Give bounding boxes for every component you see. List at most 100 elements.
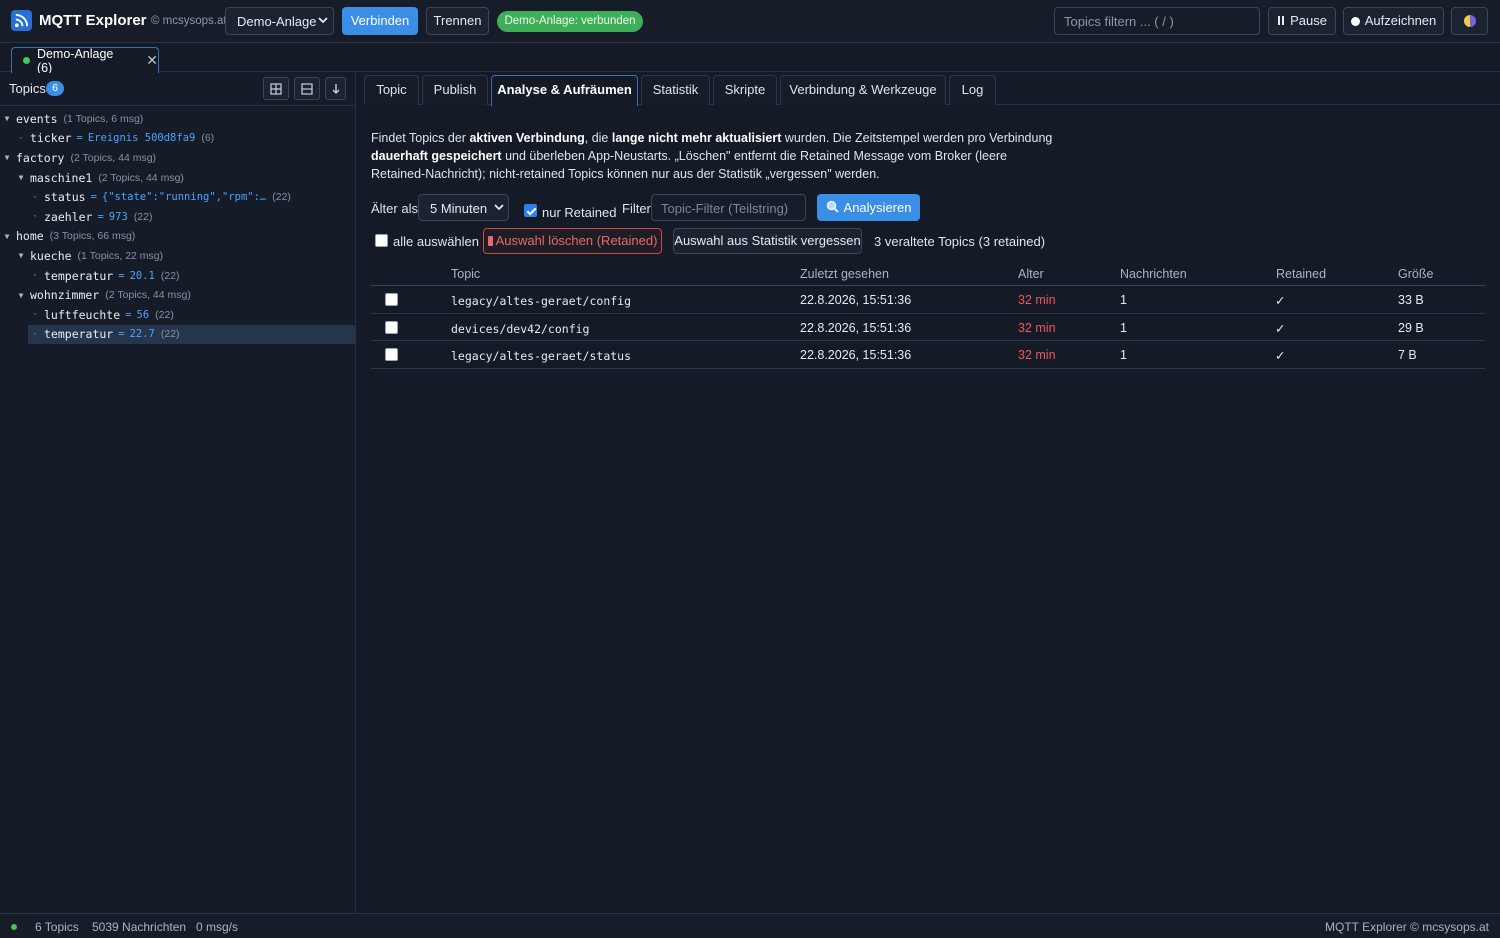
tree-node-kueche[interactable]: ▼ kueche (1 Topics, 22 msg) (0, 246, 355, 266)
tree-leaf-wohnzimmer-temperatur[interactable]: · temperatur = 22.7 (22) (28, 324, 355, 345)
table-row[interactable]: legacy/altes-geraet/status 22.8.2026, 15… (371, 341, 1485, 369)
retained-check-icon: ✓ (1275, 349, 1286, 363)
row-checkbox[interactable] (385, 348, 398, 361)
retained-check-icon: ✓ (1275, 294, 1286, 308)
tree-node-home[interactable]: ▼ home (3 Topics, 66 msg) (0, 227, 355, 247)
table-header: Topic Zuletzt gesehen Alter Nachrichten … (371, 262, 1485, 286)
scroll-down-button[interactable] (325, 77, 346, 100)
tab-skripte[interactable]: Skripte (713, 75, 777, 105)
analyse-label: Analysieren (843, 200, 912, 215)
tab-statistik[interactable]: Statistik (641, 75, 710, 105)
caret-down-icon[interactable]: ▼ (2, 114, 12, 123)
column-retained: Retained (1276, 267, 1327, 281)
topic-filter-input[interactable]: Topic-Filter (Teilstring) (651, 194, 806, 221)
caret-down-icon[interactable]: ▼ (16, 251, 26, 260)
select-all-label: alle auswählen (393, 234, 480, 249)
table-row[interactable]: legacy/altes-geraet/config 22.8.2026, 15… (371, 286, 1485, 314)
tree-node-events[interactable]: ▼ events (1 Topics, 6 msg) (0, 109, 355, 129)
record-label: Aufzeichnen (1364, 13, 1437, 28)
topics-filter-input[interactable]: Topics filtern ... ( / ) (1054, 7, 1260, 35)
tree-leaf-kueche-temperatur[interactable]: · temperatur = 20.1 (22) (0, 266, 355, 286)
theme-toggle-button[interactable] (1451, 7, 1488, 35)
connect-button[interactable]: Verbinden (342, 7, 418, 35)
stale-topics-table: Topic Zuletzt gesehen Alter Nachrichten … (371, 262, 1485, 369)
column-messages: Nachrichten (1120, 267, 1187, 281)
tree-node-wohnzimmer[interactable]: ▼ wohnzimmer (2 Topics, 44 msg) (0, 285, 355, 305)
main-tabs: Topic Publish Analyse & Aufräumen Statis… (364, 73, 1500, 106)
connection-tab-label: Demo-Anlage (6) (36, 46, 114, 75)
table-row[interactable]: devices/dev42/config 22.8.2026, 15:51:36… (371, 314, 1485, 341)
only-retained-checkbox[interactable] (524, 204, 537, 217)
row-checkbox[interactable] (385, 293, 398, 306)
topics-count-badge: 6 (46, 81, 64, 96)
collapse-all-button[interactable] (294, 77, 320, 100)
expand-all-button[interactable] (263, 77, 289, 100)
leaf-dot-icon: · (31, 211, 39, 223)
status-copyright: MQTT Explorer © mcsysops.at (1325, 920, 1489, 934)
forget-selection-button[interactable]: Auswahl aus Statistik vergessen (673, 228, 862, 254)
tab-verbindung-werkzeuge[interactable]: Verbindung & Werkzeuge (780, 75, 946, 105)
app-logo-icon (11, 10, 32, 31)
copyright: © mcsysops.at (151, 15, 227, 27)
sidebar-header: Topics 6 (0, 73, 356, 106)
caret-down-icon[interactable]: ▼ (16, 173, 26, 182)
stale-topics-summary: 3 veraltete Topics (3 retained) (874, 234, 1046, 249)
caret-down-icon[interactable]: ▼ (2, 153, 12, 162)
online-dot-icon (11, 924, 17, 930)
column-last-seen: Zuletzt gesehen (800, 267, 889, 281)
collapse-all-icon (301, 82, 313, 95)
delete-selection-button[interactable]: Auswahl löschen (Retained) (483, 228, 662, 254)
tab-analyse[interactable]: Analyse & Aufräumen (491, 75, 638, 106)
connection-select[interactable]: Demo-Anlage (225, 7, 334, 35)
leaf-dot-icon: · (31, 309, 39, 321)
status-messages: 5039 Nachrichten (92, 920, 187, 934)
pause-label: Pause (1290, 13, 1327, 28)
tab-topic[interactable]: Topic (364, 75, 419, 105)
analysis-description: Findet Topics der aktiven Verbindung, di… (371, 131, 1053, 181)
column-age: Alter (1018, 267, 1044, 281)
only-retained-label: nur Retained (542, 205, 617, 220)
tab-publish[interactable]: Publish (422, 75, 488, 105)
top-bar: MQTT Explorer © mcsysops.at Demo-Anlage … (0, 0, 1500, 43)
column-size: Größe (1398, 267, 1434, 281)
leaf-dot-icon: · (31, 191, 39, 203)
leaf-dot-icon: · (17, 132, 25, 144)
search-icon (826, 200, 839, 216)
tree-node-factory[interactable]: ▼ factory (2 Topics, 44 msg) (0, 148, 355, 168)
theme-icon (1463, 15, 1476, 27)
tree-node-maschine1[interactable]: ▼ maschine1 (2 Topics, 44 msg) (0, 168, 355, 188)
caret-down-icon[interactable]: ▼ (16, 291, 26, 300)
chevron-down-icon (493, 201, 505, 216)
chevron-down-icon (317, 14, 329, 29)
connection-tabs: Demo-Anlage (6) ✕ (0, 43, 1500, 75)
pause-icon (1277, 8, 1285, 34)
expand-all-icon (270, 82, 282, 95)
tree-leaf-status[interactable]: · status = {"state":"running","rpm":… (2… (0, 187, 355, 207)
tree-leaf-luftfeuchte[interactable]: · luftfeuchte = 56 (22) (0, 305, 355, 325)
connection-tab-demo[interactable]: Demo-Anlage (6) ✕ (11, 46, 159, 75)
caret-down-icon[interactable]: ▼ (2, 232, 12, 241)
status-bar: 6 Topics 5039 Nachrichten 0 msg/s MQTT E… (0, 913, 1500, 938)
connection-status-badge: Demo-Anlage: verbunden (497, 11, 643, 32)
connection-select-value: Demo-Anlage (237, 14, 317, 29)
select-all-checkbox[interactable] (375, 234, 388, 247)
tree-leaf-ticker[interactable]: · ticker = Ereignis 500d8fa9 (6) (0, 129, 355, 149)
disconnect-button[interactable]: Trennen (426, 7, 489, 35)
pause-button[interactable]: Pause (1268, 7, 1336, 35)
tree-leaf-zaehler[interactable]: · zaehler = 973 (22) (0, 207, 355, 227)
connected-dot-icon (23, 57, 30, 64)
record-button[interactable]: Aufzeichnen (1343, 7, 1444, 35)
older-than-select[interactable]: 5 Minuten (418, 194, 509, 221)
older-than-label: Älter als (371, 201, 418, 216)
close-icon[interactable]: ✕ (146, 52, 158, 69)
sidebar-title: Topics (9, 81, 46, 96)
analyse-button[interactable]: Analysieren (817, 194, 920, 221)
leaf-dot-icon: · (31, 270, 39, 282)
main-panel: Topic Publish Analyse & Aufräumen Statis… (357, 73, 1500, 913)
row-checkbox[interactable] (385, 320, 398, 334)
retained-check-icon: ✓ (1275, 321, 1286, 336)
topic-tree: ▼ events (1 Topics, 6 msg) · ticker = Er… (0, 109, 355, 345)
status-topics: 6 Topics (35, 920, 79, 934)
tab-log[interactable]: Log (949, 75, 996, 105)
status-rate: 0 msg/s (196, 920, 239, 934)
